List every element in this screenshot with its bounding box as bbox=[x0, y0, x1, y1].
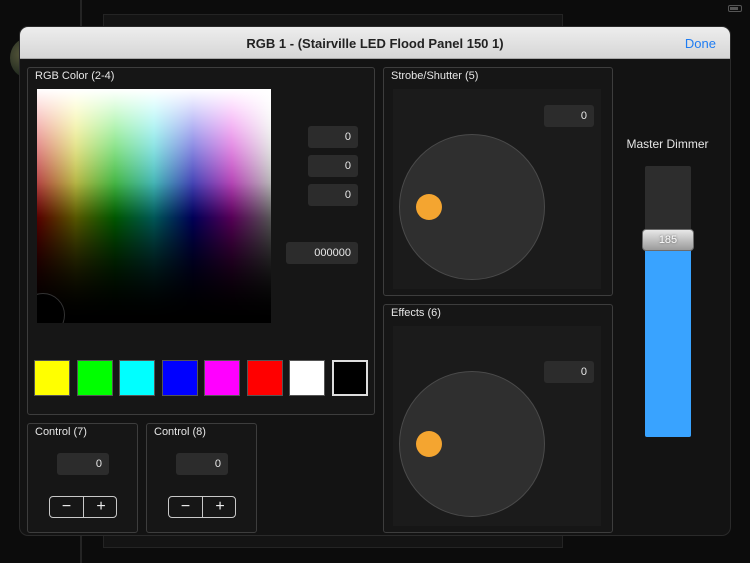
master-dimmer-handle[interactable]: 185 bbox=[642, 229, 694, 251]
control-8-decrement-button[interactable]: − bbox=[169, 497, 203, 517]
rgb-color-panel: RGB Color (2-4) 0 0 0 000000 bbox=[27, 67, 375, 415]
done-button[interactable]: Done bbox=[685, 36, 716, 51]
swatch-black[interactable] bbox=[332, 360, 368, 396]
swatch-magenta[interactable] bbox=[204, 360, 240, 396]
control-7-stepper: − + bbox=[49, 496, 117, 518]
master-dimmer-slider[interactable]: 185 bbox=[642, 166, 694, 437]
rgb-color-label: RGB Color (2-4) bbox=[35, 70, 115, 82]
battery-icon bbox=[728, 5, 742, 12]
swatch-yellow[interactable] bbox=[34, 360, 70, 396]
swatch-cyan[interactable] bbox=[119, 360, 155, 396]
effects-pad-area: 0 bbox=[393, 326, 601, 526]
control-8-panel: Control (8) 0 − + bbox=[146, 423, 257, 533]
control-8-increment-button[interactable]: + bbox=[203, 497, 237, 517]
control-7-decrement-button[interactable]: − bbox=[50, 497, 84, 517]
swatch-white[interactable] bbox=[289, 360, 325, 396]
master-dimmer-label: Master Dimmer bbox=[626, 137, 709, 151]
master-dimmer-fill bbox=[645, 240, 691, 437]
strobe-joystick[interactable] bbox=[399, 134, 545, 280]
swatch-red[interactable] bbox=[247, 360, 283, 396]
control-8-label: Control (8) bbox=[154, 426, 206, 438]
control-7-label: Control (7) bbox=[35, 426, 87, 438]
modal-header: RGB 1 - (Stairville LED Flood Panel 150 … bbox=[20, 27, 730, 59]
modal-title: RGB 1 - (Stairville LED Flood Panel 150 … bbox=[246, 36, 504, 51]
strobe-label: Strobe/Shutter (5) bbox=[391, 70, 479, 82]
effects-value-field[interactable]: 0 bbox=[544, 361, 594, 383]
strobe-pad-area: 0 bbox=[393, 89, 601, 289]
effects-joystick-handle[interactable] bbox=[416, 431, 442, 457]
hex-value-field[interactable]: 000000 bbox=[286, 242, 358, 264]
red-value-field[interactable]: 0 bbox=[308, 126, 358, 148]
picker-dark-overlay bbox=[37, 89, 271, 323]
color-picker[interactable] bbox=[37, 89, 271, 323]
control-8-value-field[interactable]: 0 bbox=[176, 453, 228, 475]
green-value-field[interactable]: 0 bbox=[308, 155, 358, 177]
strobe-value-field[interactable]: 0 bbox=[544, 105, 594, 127]
fixture-modal: RGB 1 - (Stairville LED Flood Panel 150 … bbox=[20, 27, 730, 535]
effects-panel: Effects (6) 0 bbox=[383, 304, 613, 533]
effects-joystick[interactable] bbox=[399, 371, 545, 517]
strobe-joystick-handle[interactable] bbox=[416, 194, 442, 220]
control-7-increment-button[interactable]: + bbox=[84, 497, 118, 517]
control-7-value-field[interactable]: 0 bbox=[57, 453, 109, 475]
strobe-panel: Strobe/Shutter (5) 0 bbox=[383, 67, 613, 296]
effects-label: Effects (6) bbox=[391, 307, 441, 319]
blue-value-field[interactable]: 0 bbox=[308, 184, 358, 206]
control-8-stepper: − + bbox=[168, 496, 236, 518]
swatch-blue[interactable] bbox=[162, 360, 198, 396]
swatch-green[interactable] bbox=[77, 360, 113, 396]
app-screen: RGB 1 - (Stairville LED Flood Panel 150 … bbox=[0, 0, 750, 563]
control-7-panel: Control (7) 0 − + bbox=[27, 423, 138, 533]
